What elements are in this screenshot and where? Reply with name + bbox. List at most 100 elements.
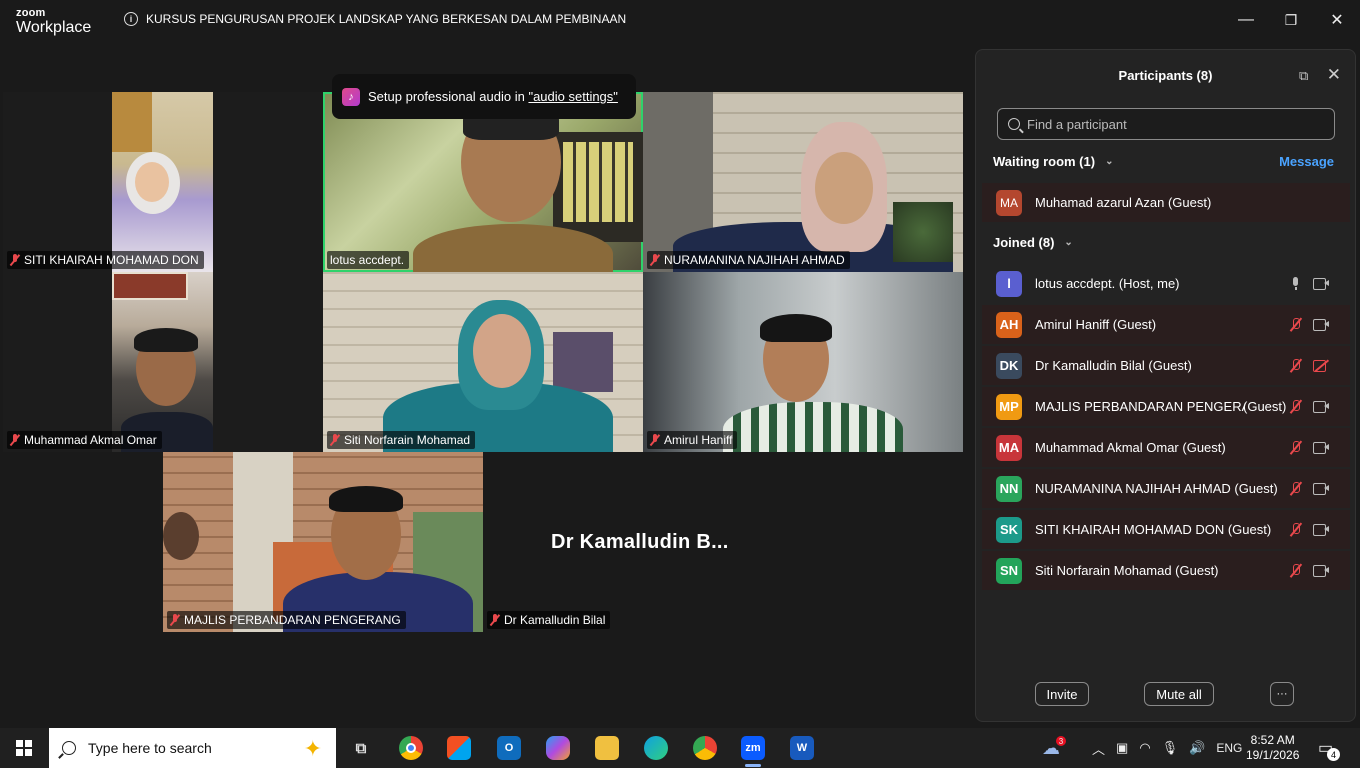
word-icon[interactable]: W <box>790 736 814 760</box>
mic-muted-icon[interactable] <box>1289 440 1303 455</box>
video-tile-lotus-accdept[interactable]: lotus accdept. <box>323 92 643 272</box>
maximize-button[interactable]: ❐ <box>1281 10 1301 30</box>
participant-row[interactable]: AH Amirul Haniff (Guest) <box>982 305 1350 344</box>
participant-name: Dr Kamalludin Bilal (Guest) <box>1035 358 1192 373</box>
avatar: l <box>996 270 1022 297</box>
notification-center[interactable]: ▭ 4 <box>1318 728 1340 768</box>
video-tile-majlis-perbandaran[interactable]: MAJLIS PERBANDARAN PENGERANG <box>163 452 483 632</box>
minimize-button[interactable]: — <box>1236 10 1256 30</box>
camera-icon[interactable] <box>1313 401 1330 413</box>
volume-icon[interactable]: 🔊 <box>1189 740 1205 756</box>
participant-search[interactable] <box>997 108 1335 140</box>
participant-name: NURAMANINA NAJIHAH AHMAD (Guest) <box>1035 481 1278 496</box>
copilot-icon[interactable] <box>546 736 570 760</box>
tile-name: NURAMANINA NAJIHAH AHMAD <box>664 253 845 267</box>
network-icon[interactable]: ◠ <box>1139 740 1150 756</box>
weather-widget[interactable]: ☁ 3 <box>1042 728 1066 768</box>
camera-icon[interactable] <box>1313 483 1330 495</box>
video-tile-siti-khairah[interactable]: SITI KHAIRAH MOHAMAD DON <box>3 92 323 272</box>
participant-name: MAJLIS PERBANDARAN PENGERA... <box>1035 399 1245 414</box>
panel-close-icon[interactable]: ✕ <box>1327 65 1341 85</box>
muted-mic-icon <box>330 434 340 446</box>
meet-now-icon[interactable]: ▣ <box>1116 740 1128 756</box>
mic-muted-icon[interactable] <box>1289 358 1303 373</box>
video-tile-akmal-omar[interactable]: Muhammad Akmal Omar <box>3 272 323 452</box>
search-icon <box>62 741 76 755</box>
waiting-room-header[interactable]: Waiting room (1) ⌄ <box>993 154 1113 169</box>
notification-badge: 4 <box>1327 748 1340 761</box>
tile-nametag: MAJLIS PERBANDARAN PENGERANG <box>167 611 406 629</box>
mic-muted-icon[interactable] <box>1289 481 1303 496</box>
meeting-info[interactable]: i KURSUS PENGURUSAN PROJEK LANDSKAP YANG… <box>124 12 626 26</box>
participant-name: lotus accdept. (Host, me) <box>1035 276 1180 291</box>
taskbar-search-text: Type here to search <box>88 740 212 756</box>
tile-name: Muhammad Akmal Omar <box>24 433 157 447</box>
camera-off-icon[interactable] <box>1313 359 1330 372</box>
chevron-up-icon[interactable]: ︿ <box>1092 739 1105 758</box>
camera-icon[interactable] <box>1313 524 1330 536</box>
video-tile-siti-norfarain[interactable]: Siti Norfarain Mohamad <box>323 272 643 452</box>
camera-icon[interactable] <box>1313 278 1330 290</box>
mic-muted-icon[interactable] <box>1289 522 1303 537</box>
tile-nametag: Dr Kamalludin Bilal <box>487 611 611 629</box>
avatar: SK <box>996 516 1022 543</box>
windows-start-icon[interactable] <box>16 740 32 756</box>
taskbar-search[interactable]: Type here to search ✦ <box>49 728 336 768</box>
invite-button[interactable]: Invite <box>1035 682 1089 706</box>
file-explorer-icon[interactable] <box>595 736 619 760</box>
tile-name: Siti Norfarain Mohamad <box>344 433 471 447</box>
video-tile-nuramanina[interactable]: NURAMANINA NAJIHAH AHMAD <box>643 92 963 272</box>
logo-workplace-text: Workplace <box>16 19 92 36</box>
participant-row[interactable]: MA Muhammad Akmal Omar (Guest) <box>982 428 1350 467</box>
more-options-button[interactable]: ··· <box>1270 682 1294 706</box>
participant-name: Amirul Haniff (Guest) <box>1035 317 1157 332</box>
avatar: SN <box>996 557 1022 584</box>
outlook-icon[interactable]: O <box>497 736 521 760</box>
toast-text: Setup professional audio in <box>368 89 529 104</box>
info-icon[interactable]: i <box>124 12 138 26</box>
camera-icon[interactable] <box>1313 319 1330 331</box>
microsoft-store-icon[interactable] <box>447 736 471 760</box>
participant-row[interactable]: MP MAJLIS PERBANDARAN PENGERA... (Guest) <box>982 387 1350 426</box>
muted-mic-icon <box>10 254 20 266</box>
tile-name: MAJLIS PERBANDARAN PENGERANG <box>184 613 401 627</box>
chrome-profile-icon[interactable] <box>693 736 717 760</box>
clock[interactable]: 8:52 AM 19/1/2026 <box>1246 733 1299 763</box>
mic-muted-icon[interactable] <box>1289 399 1303 414</box>
tile-nametag: SITI KHAIRAH MOHAMAD DON <box>7 251 204 269</box>
participant-row[interactable]: SK SITI KHAIRAH MOHAMAD DON (Guest) <box>982 510 1350 549</box>
close-button[interactable]: ✕ <box>1327 10 1347 30</box>
tile-name: SITI KHAIRAH MOHAMAD DON <box>24 253 199 267</box>
chrome-icon[interactable] <box>399 736 423 760</box>
waiting-participant-row[interactable]: MA Muhamad azarul Azan (Guest) <box>982 183 1350 222</box>
mic-muted-icon[interactable] <box>1289 317 1303 332</box>
video-tile-amirul-haniff[interactable]: Amirul Haniff <box>643 272 963 452</box>
microphone-icon[interactable]: 🎙 <box>1162 740 1179 756</box>
muted-mic-icon <box>170 614 180 626</box>
joined-header[interactable]: Joined (8) ⌄ <box>993 235 1073 250</box>
zoom-taskbar-icon[interactable]: zm <box>741 736 765 767</box>
muted-mic-icon <box>10 434 20 446</box>
task-view-icon[interactable]: ⧉ <box>349 736 373 760</box>
audio-settings-link[interactable]: "audio settings" <box>528 89 617 104</box>
meeting-title: KURSUS PENGURUSAN PROJEK LANDSKAP YANG B… <box>146 12 627 26</box>
video-off-display-name: Dr Kamalludin B... <box>551 531 729 553</box>
participant-row[interactable]: SN Siti Norfarain Mohamad (Guest) <box>982 551 1350 590</box>
mute-all-button[interactable]: Mute all <box>1144 682 1214 706</box>
participant-row[interactable]: NN NURAMANINA NAJIHAH AHMAD (Guest) <box>982 469 1350 508</box>
participant-row[interactable]: DK Dr Kamalludin Bilal (Guest) <box>982 346 1350 385</box>
language-indicator[interactable]: ENG <box>1216 741 1242 755</box>
pop-out-icon[interactable]: ⧉ <box>1299 68 1313 83</box>
camera-icon[interactable] <box>1313 442 1330 454</box>
mic-muted-icon[interactable] <box>1289 563 1303 578</box>
participant-guest-suffix: (Guest) <box>1243 399 1287 414</box>
title-bar: zoom Workplace i KURSUS PENGURUSAN PROJE… <box>0 0 1360 40</box>
mic-icon[interactable] <box>1289 276 1303 291</box>
joined-label: Joined (8) <box>993 235 1055 250</box>
message-button[interactable]: Message <box>1279 154 1334 169</box>
camera-icon[interactable] <box>1313 565 1330 577</box>
edge-icon[interactable] <box>644 736 668 760</box>
participant-search-input[interactable] <box>1027 116 1307 132</box>
chevron-down-icon: ⌄ <box>1105 156 1114 167</box>
participant-row[interactable]: l lotus accdept. (Host, me) <box>982 264 1350 303</box>
